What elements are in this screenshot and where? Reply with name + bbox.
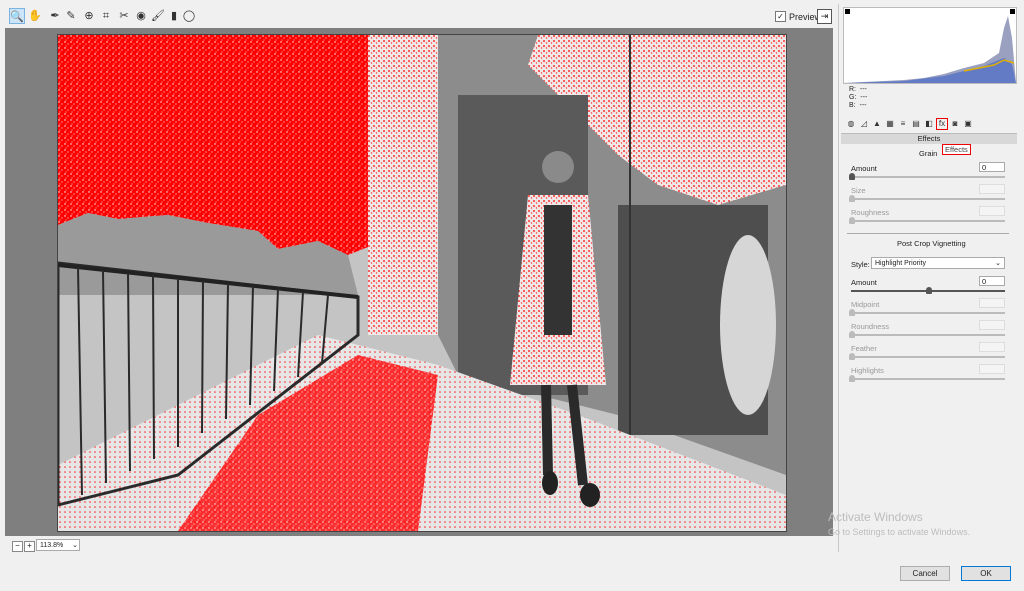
g-label: G: <box>849 94 857 101</box>
photo-preview <box>57 34 787 532</box>
hand-tool-icon[interactable]: ✋ <box>27 8 43 24</box>
camera-calibration-tab-icon[interactable]: ◙ <box>950 119 960 129</box>
grain-roughness-label: Roughness <box>851 208 889 217</box>
slider-thumb[interactable] <box>849 195 855 202</box>
preview-checkbox[interactable]: ✓ <box>775 11 786 22</box>
status-bar: − + 113.8% ⌄ <box>5 537 833 554</box>
radial-filter-icon[interactable]: ◯ <box>181 8 197 24</box>
zoom-out-button[interactable]: − <box>12 541 23 552</box>
slider-thumb[interactable] <box>849 173 855 180</box>
histogram-svg <box>844 9 1016 83</box>
style-label: Style: <box>851 260 870 269</box>
vignette-amount-field[interactable]: 0 <box>979 276 1005 286</box>
grain-amount-slider[interactable] <box>849 173 1005 180</box>
basic-tab-icon[interactable]: ◍ <box>846 119 856 129</box>
b-label: B: <box>849 102 856 109</box>
lens-corrections-tab-icon[interactable]: ▤ <box>911 119 921 129</box>
target-adjust-tool-icon[interactable]: ⊕ <box>81 8 97 24</box>
hsl-tab-icon[interactable]: ▦ <box>885 119 895 129</box>
grain-size-slider[interactable] <box>849 195 1005 202</box>
split-toning-tab-icon[interactable]: ≡ <box>898 119 908 129</box>
chevron-down-icon: ⌄ <box>72 542 78 549</box>
b-value: --- <box>859 102 867 109</box>
midpoint-slider[interactable] <box>849 309 1005 316</box>
photo-svg <box>58 35 786 531</box>
red-eye-tool-icon[interactable]: ◉ <box>133 8 149 24</box>
crop-tool-icon[interactable]: ⌗ <box>98 8 114 24</box>
effects-header: Effects <box>841 134 1017 144</box>
feather-slider[interactable] <box>849 353 1005 360</box>
grain-amount-field[interactable]: 0 <box>979 162 1005 172</box>
slider-thumb[interactable] <box>849 353 855 360</box>
slider-thumb[interactable] <box>849 331 855 338</box>
effects-highlight-label: Effects <box>942 144 971 155</box>
building-wall <box>368 35 438 335</box>
midpoint-label: Midpoint <box>851 300 880 309</box>
preview-toggle[interactable]: ✓ Preview <box>775 11 821 22</box>
style-value: Highlight Priority <box>875 260 926 267</box>
ok-button[interactable]: OK <box>961 566 1011 581</box>
highlights-field[interactable] <box>979 364 1005 374</box>
midpoint-field[interactable] <box>979 298 1005 308</box>
slider-thumb[interactable] <box>849 309 855 316</box>
detail-tab-icon[interactable]: ▲ <box>872 119 882 129</box>
zoom-in-button[interactable]: + <box>24 541 35 552</box>
toolbar: 🔍 ✋ ✒ ✎ ⊕ ⌗ ✂ ◉ 🖌 ▮ ◯ ✓ Preview ⇥ <box>5 6 833 26</box>
vignette-amount-label: Amount <box>851 278 877 287</box>
roundness-slider[interactable] <box>849 331 1005 338</box>
zoom-tool-icon[interactable]: 🔍 <box>9 8 25 24</box>
chevron-down-icon: ⌄ <box>995 260 1001 267</box>
adjustments-panel: R: --- G: --- B: --- ◍ ◿ ▲ ▦ ≡ ▤ ◧ fx ◙ … <box>838 4 1019 552</box>
grain-label: Grain <box>919 149 938 158</box>
image-canvas[interactable] <box>5 28 833 536</box>
roundness-label: Roundness <box>851 322 889 331</box>
activate-windows-watermark: Activate Windows <box>828 510 923 524</box>
panel-tabs: ◍ ◿ ▲ ▦ ≡ ▤ ◧ fx ◙ ▣ <box>841 117 1017 134</box>
reflection-figure <box>720 235 776 415</box>
zoom-level-value: 113.8% <box>40 542 64 549</box>
roundness-field[interactable] <box>979 320 1005 330</box>
zoom-level-select[interactable]: 113.8% ⌄ <box>36 539 80 551</box>
grain-roughness-field[interactable] <box>979 206 1005 216</box>
grain-size-label: Size <box>851 186 866 195</box>
tone-curve-tab-icon[interactable]: ◿ <box>859 119 869 129</box>
spot-removal-tool-icon[interactable]: ✂ <box>116 8 132 24</box>
grain-roughness-slider[interactable] <box>849 217 1005 224</box>
slider-thumb[interactable] <box>926 287 932 294</box>
feather-label: Feather <box>851 344 877 353</box>
effects-tab-icon[interactable]: fx <box>936 118 948 130</box>
divider <box>847 233 1009 234</box>
histogram <box>843 7 1017 84</box>
transform-tab-icon[interactable]: ◧ <box>924 119 934 129</box>
graduated-filter-icon[interactable]: ▮ <box>166 8 182 24</box>
color-sampler-tool-icon[interactable]: ✎ <box>63 8 79 24</box>
highlights-label: Highlights <box>851 366 884 375</box>
vignette-amount-slider[interactable] <box>851 287 1005 294</box>
grain-size-field[interactable] <box>979 184 1005 194</box>
presets-tab-icon[interactable]: ▣ <box>963 119 973 129</box>
rgb-readout: R: --- G: --- B: --- <box>849 86 867 110</box>
feather-field[interactable] <box>979 342 1005 352</box>
white-balance-tool-icon[interactable]: ✒ <box>47 8 63 24</box>
grain-amount-label: Amount <box>851 164 877 173</box>
fullscreen-icon[interactable]: ⇥ <box>817 9 832 24</box>
style-select[interactable]: Highlight Priority ⌄ <box>871 257 1005 269</box>
cancel-button[interactable]: Cancel <box>900 566 950 581</box>
r-value: --- <box>859 86 867 93</box>
brush-tool-icon[interactable]: 🖌 <box>150 8 166 24</box>
activate-windows-subtext: Go to Settings to activate Windows. <box>828 527 971 537</box>
vignetting-title: Post Crop Vignetting <box>897 239 966 248</box>
slider-thumb[interactable] <box>849 375 855 382</box>
highlights-slider[interactable] <box>849 375 1005 382</box>
g-value: --- <box>860 94 868 101</box>
slider-thumb[interactable] <box>849 217 855 224</box>
r-label: R: <box>849 86 856 93</box>
